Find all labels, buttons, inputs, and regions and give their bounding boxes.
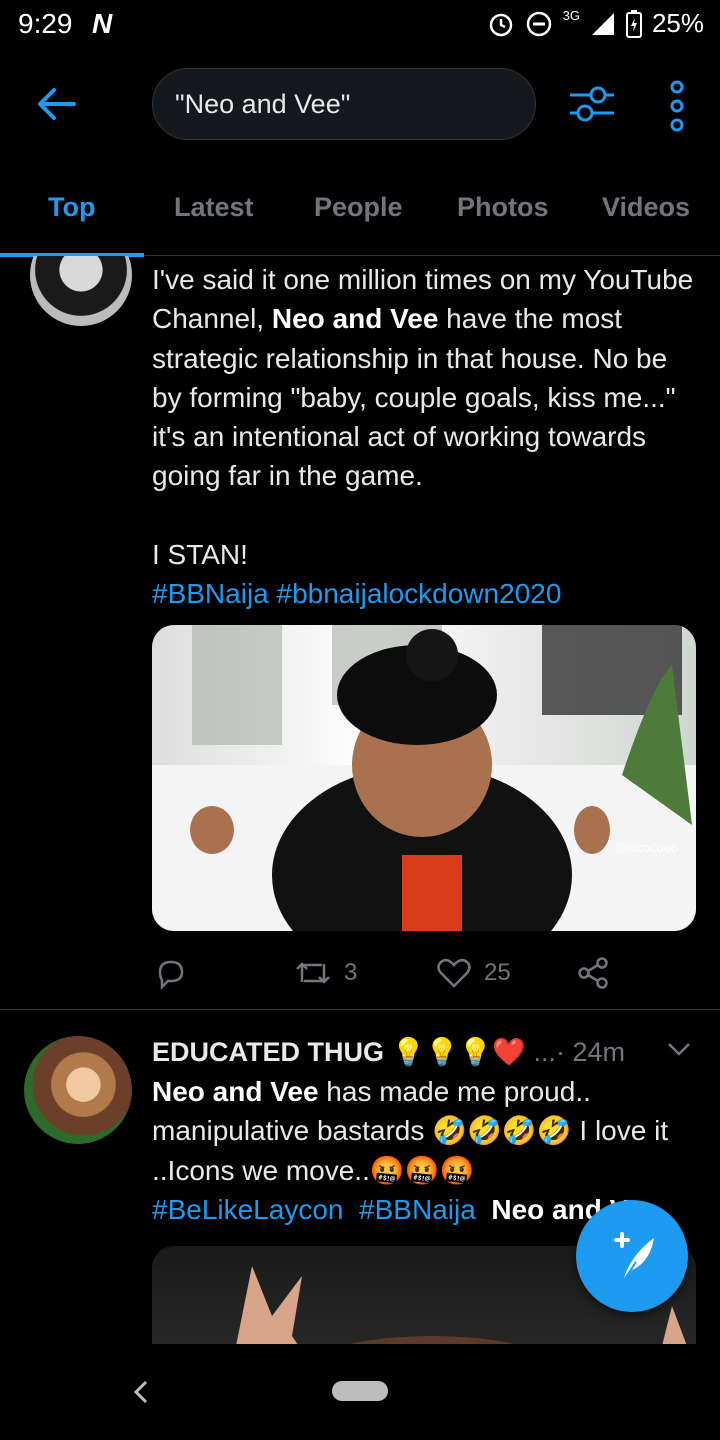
search-input[interactable]: "Neo and Vee" [152,68,536,140]
network-type: 3G [562,8,580,23]
battery-icon [625,9,642,38]
tweet-time: ...· 24m [533,1037,626,1067]
signal-icon [591,12,614,35]
dnd-icon [526,11,551,36]
more-options-icon[interactable] [662,78,692,134]
hashtag-links[interactable]: #BBNaija #bbnaijalockdown2020 [152,578,561,609]
filter-sliders-icon[interactable] [568,82,616,126]
user-name[interactable]: EDUCATED THUG [152,1037,384,1067]
avatar[interactable] [24,1036,132,1144]
system-nav-bar [0,1344,720,1440]
tweet-actions: 3 25 [152,956,632,996]
compose-tweet-button[interactable] [576,1200,688,1312]
tweet-text: I've said it one million times on my You… [152,260,700,614]
search-highlight: Neo and Vee [271,303,439,335]
reply-button[interactable] [154,956,188,990]
retweet-count: 3 [344,959,358,986]
search-query: "Neo and Vee" [175,89,351,119]
name-emojis: 💡💡💡❤️ [391,1037,526,1067]
tweet-text-stan: I STAN! [152,539,248,571]
tab-latest[interactable]: Latest [174,192,254,223]
nav-home-pill[interactable] [332,1381,388,1401]
status-icons: 3G 25% [487,8,704,39]
retweet-button[interactable]: 3 [294,956,357,990]
hashtag-link[interactable]: #BBNaija [359,1194,476,1225]
photo-watermark: @lilcocooo [614,840,678,855]
search-tabs: Top Latest People Photos Videos [0,170,720,257]
tweet-header: EDUCATED THUG 💡💡💡❤️ ...· 24m [152,1036,700,1076]
nav-back-icon[interactable] [126,1376,154,1408]
notification-icon: N [92,8,113,39]
retweet-icon [296,962,330,984]
avatar[interactable] [30,256,132,326]
status-bar: 9:29 N 3G 25% [0,0,720,50]
tweet-emojis: 🤬🤬🤬 [369,1154,475,1186]
tab-videos[interactable]: Videos [602,192,690,223]
tweet-emojis: 🤣🤣🤣🤣 [432,1115,572,1147]
heart-icon [437,958,471,988]
hashtag-link[interactable]: #BeLikeLaycon [152,1194,343,1225]
back-arrow-icon[interactable] [34,82,78,126]
tweet-photo[interactable]: @lilcocooo [152,625,696,931]
like-count: 25 [484,959,511,986]
tab-people[interactable]: People [314,192,403,223]
status-time: 9:29 [18,8,73,39]
tab-top[interactable]: Top [48,192,95,223]
search-highlight: Neo and Vee [152,1076,319,1107]
like-button[interactable]: 25 [436,956,511,990]
share-icon [578,957,608,989]
tab-photos[interactable]: Photos [457,192,549,223]
compose-feather-icon [614,1232,654,1281]
share-button[interactable] [576,956,610,990]
search-header: "Neo and Vee" [0,50,720,160]
photo-illustration [152,625,696,931]
alarm-icon [489,13,512,36]
chevron-down-icon[interactable] [666,1040,692,1058]
reply-icon [158,960,184,990]
tweet[interactable]: I've said it one million times on my You… [0,256,720,1010]
battery-level: 25% [651,8,704,38]
